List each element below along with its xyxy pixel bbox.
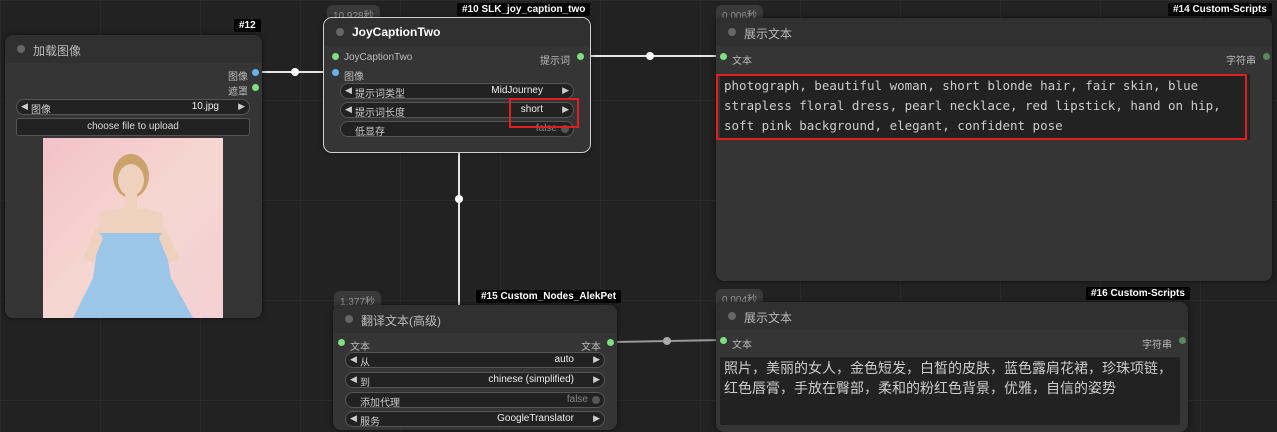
prompt-type-widget[interactable]: ◀ 提示词类型 MidJourney ▶ (340, 83, 574, 100)
node-title: 翻译文本(高级) (361, 314, 441, 328)
arrow-right-icon[interactable]: ▶ (593, 374, 600, 385)
collapse-dot-icon[interactable] (728, 312, 736, 320)
node-title: 展示文本 (744, 311, 793, 325)
add-proxy-toggle[interactable]: 添加代理 false (345, 392, 605, 409)
output-image-label: 图像 (228, 72, 248, 83)
input-text-slot[interactable] (720, 337, 727, 344)
output-prompt-label: 提示词 (540, 56, 570, 67)
toggle-knob[interactable] (592, 396, 600, 404)
output-string-label: 字符串 (1226, 56, 1256, 67)
node-badge: #14 Custom-Scripts (1168, 3, 1272, 16)
input-joy-slot[interactable] (332, 53, 339, 60)
output-prompt-slot[interactable] (577, 53, 584, 60)
input-text-label: 文本 (732, 340, 752, 351)
collapse-dot-icon[interactable] (336, 28, 344, 36)
joycaption-titlebar[interactable]: JoyCaptionTwo (324, 18, 590, 46)
output-text-slot[interactable] (607, 339, 614, 346)
load-image-node[interactable]: 加载图像 图像 遮罩 ◀ 图像 10.jpg ▶ choose file to … (5, 35, 262, 318)
output-mask-slot[interactable] (252, 84, 259, 91)
arrow-right-icon[interactable]: ▶ (593, 413, 600, 424)
arrow-left-icon[interactable]: ◀ (350, 413, 357, 424)
translate-node[interactable]: 翻译文本(高级) 文本 文本 ◀ 从 auto ▶ ◀ 到 chinese (s… (333, 305, 617, 430)
input-joy-label: JoyCaptionTwo (344, 52, 413, 63)
arrow-left-icon[interactable]: ◀ (21, 101, 28, 112)
highlight-box (716, 74, 1247, 140)
input-text-slot[interactable] (720, 53, 727, 60)
arrow-right-icon[interactable]: ▶ (238, 101, 245, 112)
output-image-slot[interactable] (252, 69, 259, 76)
show-text-node-14[interactable]: 展示文本 文本 字符串 photograph, beautiful woman,… (716, 18, 1272, 281)
node-badge: #12 (234, 19, 261, 32)
image-select-widget[interactable]: ◀ 图像 10.jpg ▶ (16, 99, 250, 116)
text-display[interactable]: 照片，美丽的女人，金色短发，白皙的皮肤，蓝色露肩花裙，珍珠项链，红色唇膏，手放在… (720, 357, 1180, 425)
node-badge: #16 Custom-Scripts (1086, 287, 1190, 300)
to-language-widget[interactable]: ◀ 到 chinese (simplified) ▶ (345, 372, 605, 389)
service-widget[interactable]: ◀ 服务 GoogleTranslator ▶ (345, 411, 605, 428)
woman-portrait-icon (73, 154, 193, 318)
upload-button[interactable]: choose file to upload (16, 118, 250, 136)
collapse-dot-icon[interactable] (345, 315, 353, 323)
show-text-titlebar[interactable]: 展示文本 (716, 18, 1272, 46)
arrow-left-icon[interactable]: ◀ (350, 374, 357, 385)
load-image-titlebar[interactable]: 加载图像 (5, 35, 262, 63)
node-badge: #15 Custom_Nodes_AlekPet (476, 290, 622, 303)
output-string-label: 字符串 (1142, 340, 1172, 351)
output-string-slot[interactable] (1179, 337, 1186, 344)
node-title: 加载图像 (33, 44, 82, 58)
from-language-widget[interactable]: ◀ 从 auto ▶ (345, 352, 605, 369)
node-title: JoyCaptionTwo (352, 25, 441, 39)
arrow-left-icon[interactable]: ◀ (345, 104, 352, 115)
show-text-titlebar[interactable]: 展示文本 (716, 302, 1188, 330)
joycaption-node[interactable]: JoyCaptionTwo JoyCaptionTwo 图像 提示词 ◀ 提示词… (323, 17, 591, 153)
highlight-box (509, 98, 579, 128)
output-text-label: 文本 (581, 342, 601, 353)
collapse-dot-icon[interactable] (728, 28, 736, 36)
collapse-dot-icon[interactable] (17, 45, 25, 53)
input-text-label: 文本 (350, 342, 370, 353)
arrow-right-icon[interactable]: ▶ (593, 354, 600, 365)
input-text-label: 文本 (732, 56, 752, 67)
input-image-slot[interactable] (332, 69, 339, 76)
translate-titlebar[interactable]: 翻译文本(高级) (333, 305, 617, 333)
node-title: 展示文本 (744, 27, 793, 41)
input-image-label: 图像 (344, 72, 364, 83)
arrow-left-icon[interactable]: ◀ (345, 85, 352, 96)
arrow-right-icon[interactable]: ▶ (562, 85, 569, 96)
output-mask-label: 遮罩 (228, 87, 248, 98)
arrow-left-icon[interactable]: ◀ (350, 354, 357, 365)
output-string-slot[interactable] (1263, 53, 1270, 60)
node-badge: #10 SLK_joy_caption_two (457, 3, 591, 16)
input-text-slot[interactable] (338, 339, 345, 346)
image-preview (43, 138, 223, 318)
show-text-node-16[interactable]: 展示文本 文本 字符串 照片，美丽的女人，金色短发，白皙的皮肤，蓝色露肩花裙，珍… (716, 302, 1188, 432)
